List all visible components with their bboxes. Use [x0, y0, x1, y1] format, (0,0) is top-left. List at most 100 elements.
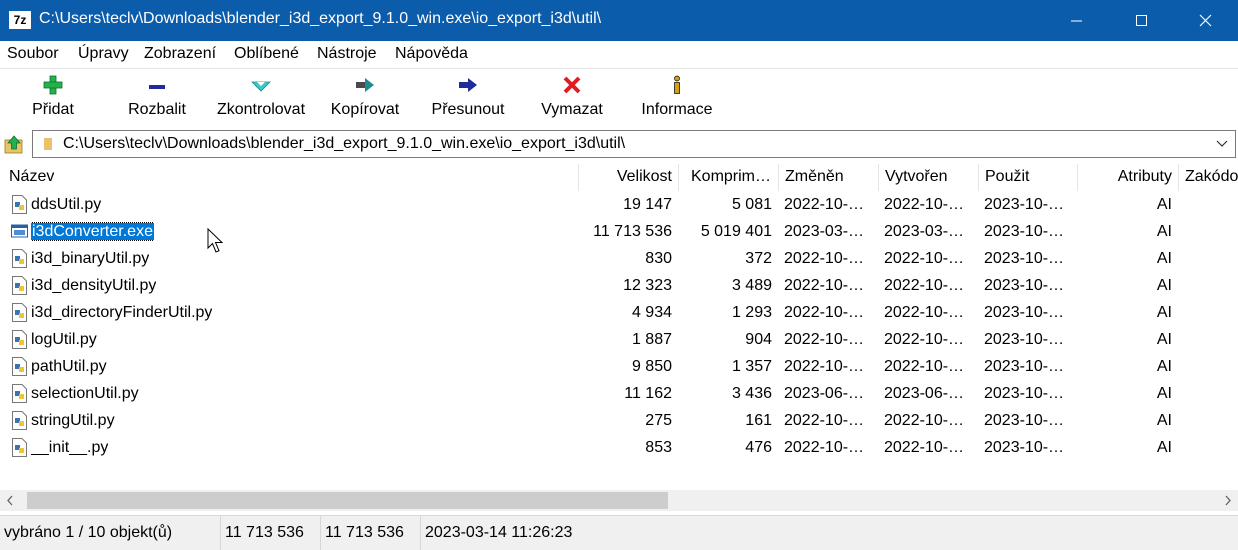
- column-header-name[interactable]: Název: [3, 164, 579, 191]
- python-file-icon: [12, 276, 27, 295]
- file-size: 853: [645, 439, 672, 456]
- file-attributes: AI: [1156, 331, 1172, 348]
- menu-napoveda[interactable]: Nápověda: [395, 45, 468, 63]
- menu-upravy[interactable]: Úpravy: [78, 45, 129, 63]
- test-label: Zkontrolovat: [216, 101, 306, 118]
- file-row[interactable]: __init__.py 853 476 2022-10-… 2022-10-… …: [0, 434, 1238, 461]
- horizontal-scrollbar[interactable]: [0, 490, 1238, 511]
- file-attributes: AI: [1156, 304, 1172, 321]
- file-size: 9 850: [631, 358, 672, 375]
- python-file-icon: [12, 411, 27, 430]
- file-row[interactable]: logUtil.py 1 887 904 2022-10-… 2022-10-……: [0, 326, 1238, 353]
- move-button[interactable]: Přesunout: [424, 69, 512, 127]
- delete-x-icon: [563, 76, 581, 94]
- column-header-packed[interactable]: Komprim…: [679, 164, 779, 191]
- python-file-icon: [12, 384, 27, 403]
- file-modified: 2022-10-…: [784, 412, 865, 429]
- close-icon: [1199, 14, 1212, 27]
- copy-button[interactable]: Kopírovat: [322, 69, 408, 127]
- python-file-icon: [12, 330, 27, 349]
- scroll-right-icon[interactable]: [1217, 490, 1238, 511]
- check-icon: [251, 81, 271, 92]
- chevron-down-icon[interactable]: [1215, 137, 1229, 151]
- file-size: 275: [645, 412, 672, 429]
- file-row[interactable]: i3d_binaryUtil.py 830 372 2022-10-… 2022…: [0, 245, 1238, 272]
- close-button[interactable]: [1174, 0, 1236, 41]
- file-attributes: AI: [1156, 385, 1172, 402]
- file-attributes: AI: [1156, 196, 1172, 213]
- add-button[interactable]: Přidat: [14, 69, 92, 127]
- file-created: 2022-10-…: [884, 331, 965, 348]
- maximize-button[interactable]: [1110, 0, 1172, 41]
- title-bar: 7z C:\Users\teclv\Downloads\blender_i3d_…: [0, 0, 1238, 41]
- status-bar: vybráno 1 / 10 objekt(ů) 11 713 536 11 7…: [0, 515, 1238, 550]
- file-size: 1 887: [631, 331, 672, 348]
- file-row[interactable]: i3d_densityUtil.py 12 323 3 489 2022-10-…: [0, 272, 1238, 299]
- column-header-encrypted[interactable]: Zakódo: [1179, 164, 1238, 191]
- file-size: 19 147: [623, 196, 672, 213]
- info-label: Informace: [641, 101, 713, 118]
- file-accessed: 2023-10-…: [984, 385, 1065, 402]
- file-created: 2022-10-…: [884, 304, 965, 321]
- test-button[interactable]: Zkontrolovat: [208, 69, 314, 127]
- file-created: 2023-03-…: [884, 223, 965, 240]
- file-name: logUtil.py: [31, 331, 97, 348]
- file-created: 2022-10-…: [884, 358, 965, 375]
- file-modified: 2022-10-…: [784, 196, 865, 213]
- file-accessed: 2023-10-…: [984, 250, 1065, 267]
- move-label: Přesunout: [431, 101, 505, 118]
- menu-soubor[interactable]: Soubor: [7, 45, 59, 63]
- minimize-button[interactable]: [1046, 0, 1108, 41]
- column-headers: Název Velikost Komprim… Změněn Vytvořen …: [0, 164, 1238, 191]
- python-file-icon: [12, 303, 27, 322]
- menu-zobrazeni[interactable]: Zobrazení: [144, 45, 216, 63]
- file-attributes: AI: [1156, 277, 1172, 294]
- file-packed: 1 293: [731, 304, 772, 321]
- file-size: 4 934: [631, 304, 672, 321]
- file-row[interactable]: ddsUtil.py 19 147 5 081 2022-10-… 2022-1…: [0, 191, 1238, 218]
- column-header-created[interactable]: Vytvořen: [879, 164, 979, 191]
- scrollbar-thumb[interactable]: [27, 492, 668, 509]
- plus-icon: [43, 75, 63, 95]
- file-name: __init__.py: [31, 439, 109, 456]
- info-button[interactable]: Informace: [634, 69, 720, 127]
- file-row[interactable]: i3d_directoryFinderUtil.py 4 934 1 293 2…: [0, 299, 1238, 326]
- scroll-left-icon[interactable]: [0, 490, 21, 511]
- file-modified: 2022-10-…: [784, 439, 865, 456]
- file-created: 2022-10-…: [884, 412, 965, 429]
- python-file-icon: [12, 249, 27, 268]
- column-header-modified[interactable]: Změněn: [779, 164, 879, 191]
- file-created: 2022-10-…: [884, 277, 965, 294]
- file-row[interactable]: stringUtil.py 275 161 2022-10-… 2022-10-…: [0, 407, 1238, 434]
- file-row-selected[interactable]: i3dConverter.exe 11 713 536 5 019 401 20…: [0, 218, 1238, 245]
- file-attributes: AI: [1156, 358, 1172, 375]
- file-attributes: AI: [1156, 412, 1172, 429]
- address-field[interactable]: C:\Users\teclv\Downloads\blender_i3d_exp…: [32, 130, 1236, 158]
- extract-button[interactable]: Rozbalit: [118, 69, 196, 127]
- column-header-size[interactable]: Velikost: [579, 164, 679, 191]
- menu-bar: Soubor Úpravy Zobrazení Oblíbené Nástroj…: [0, 41, 1238, 68]
- file-packed: 904: [745, 331, 772, 348]
- column-header-accessed[interactable]: Použit: [979, 164, 1078, 191]
- extract-label: Rozbalit: [128, 101, 186, 118]
- file-modified: 2023-03-…: [784, 223, 865, 240]
- file-row[interactable]: pathUtil.py 9 850 1 357 2022-10-… 2022-1…: [0, 353, 1238, 380]
- delete-button[interactable]: Vymazat: [532, 69, 612, 127]
- column-header-attributes[interactable]: Atributy: [1078, 164, 1179, 191]
- toolbar: Přidat Rozbalit Zkontrolovat Kopírovat P…: [0, 68, 1238, 127]
- file-accessed: 2023-10-…: [984, 439, 1065, 456]
- file-created: 2022-10-…: [884, 196, 965, 213]
- file-modified: 2022-10-…: [784, 304, 865, 321]
- up-folder-button[interactable]: [3, 134, 25, 156]
- menu-nastroje[interactable]: Nástroje: [317, 45, 377, 63]
- menu-oblibene[interactable]: Oblíbené: [234, 45, 299, 63]
- file-name: pathUtil.py: [31, 358, 107, 375]
- file-modified: 2022-10-…: [784, 277, 865, 294]
- file-accessed: 2023-10-…: [984, 277, 1065, 294]
- exe-file-icon: [11, 224, 28, 238]
- file-size: 12 323: [623, 277, 672, 294]
- file-accessed: 2023-10-…: [984, 331, 1065, 348]
- file-row[interactable]: selectionUtil.py 11 162 3 436 2023-06-… …: [0, 380, 1238, 407]
- python-file-icon: [12, 195, 27, 214]
- folder-up-icon: [4, 135, 23, 154]
